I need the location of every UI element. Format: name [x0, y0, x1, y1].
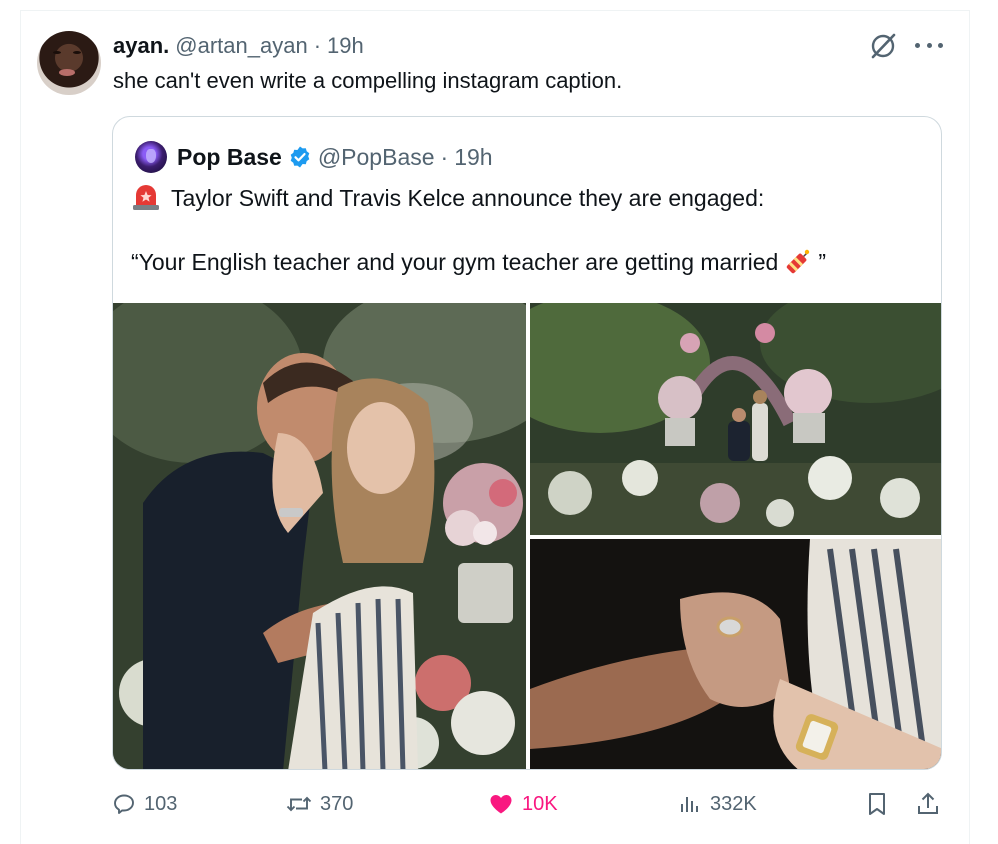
- siren-emoji-icon: [133, 185, 159, 210]
- reply-icon: [114, 794, 134, 814]
- reply-count: 103: [144, 792, 178, 815]
- like-count: 10K: [522, 792, 558, 815]
- photo-couple-embrace-art: [113, 303, 526, 769]
- verified-badge-icon: [290, 146, 310, 168]
- quoted-text-line1: Taylor Swift and Travis Kelce announce t…: [131, 183, 764, 213]
- tweet-text: she can't even write a compelling instag…: [113, 68, 623, 93]
- quoted-text-line1-label: Taylor Swift and Travis Kelce announce t…: [171, 184, 765, 211]
- more-dot: [926, 42, 932, 48]
- more-dot: [938, 42, 943, 48]
- avatar-detail: [59, 69, 75, 76]
- views-button[interactable]: 332K: [678, 786, 757, 822]
- action-bar: 103 370 10K 332K: [112, 786, 944, 822]
- bookmark-icon: [869, 793, 885, 815]
- quoted-separator: ·: [440, 143, 449, 170]
- quoted-avatar[interactable]: [135, 141, 167, 173]
- retweet-button[interactable]: 370: [286, 786, 353, 822]
- quoted-tweet[interactable]: Pop Base @PopBase · 19h Taylor Swift and…: [112, 116, 942, 770]
- photo-couple-embrace[interactable]: [113, 303, 526, 769]
- photo-engagement-ring-art: [530, 539, 941, 769]
- bookmark-button[interactable]: [866, 786, 896, 822]
- quoted-text-line2-label: “Your English teacher and your gym teach…: [131, 248, 779, 275]
- retweet-count: 370: [320, 792, 354, 815]
- share-icon: [918, 792, 938, 814]
- avatar[interactable]: [37, 31, 101, 95]
- separator: ·: [313, 33, 322, 58]
- more-icon[interactable]: [915, 33, 943, 57]
- media-grid: [113, 303, 941, 769]
- avatar-detail: [53, 51, 61, 54]
- retweet-icon: [286, 796, 312, 812]
- handle[interactable]: @artan_ayan: [175, 33, 307, 59]
- views-icon: [681, 797, 698, 812]
- quoted-text-line2: “Your English teacher and your gym teach…: [131, 247, 826, 277]
- like-button[interactable]: 10K: [488, 786, 558, 822]
- photo-garden-proposal-art: [530, 303, 941, 535]
- grok-icon-svg: [871, 33, 896, 59]
- photo-garden-proposal[interactable]: [530, 303, 941, 535]
- tweet-header: ayan. @artan_ayan · 19h: [113, 32, 364, 60]
- quoted-text-line2-close: ”: [818, 248, 827, 275]
- avatar-detail: [73, 51, 81, 54]
- share-button[interactable]: [916, 786, 948, 822]
- quoted-handle[interactable]: @PopBase: [318, 144, 435, 171]
- more-dot: [915, 42, 920, 48]
- like-icon: [490, 795, 512, 814]
- grok-icon[interactable]: [868, 31, 898, 61]
- display-name[interactable]: ayan.: [113, 33, 169, 59]
- quoted-display-name[interactable]: Pop Base: [177, 144, 282, 171]
- photo-engagement-ring[interactable]: [530, 539, 941, 769]
- timestamp[interactable]: 19h: [327, 33, 364, 59]
- views-count: 332K: [710, 792, 757, 815]
- quoted-timestamp[interactable]: 19h: [454, 144, 492, 171]
- firecracker-emoji-icon: [787, 249, 810, 274]
- reply-button[interactable]: 103: [112, 786, 177, 822]
- quoted-header: Pop Base @PopBase · 19h: [177, 141, 493, 173]
